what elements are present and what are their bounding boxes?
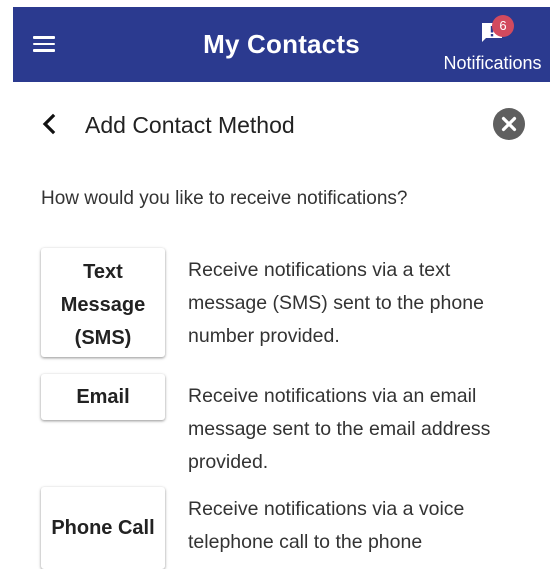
phone-call-button[interactable]: Phone Call [41,487,165,569]
close-icon [501,116,517,132]
app-bar: My Contacts 6 Notifications [13,7,550,82]
notification-count-badge: 6 [492,15,514,37]
back-chevron-icon[interactable] [38,110,62,138]
section-header: Add Contact Method [0,100,550,146]
section-title: Add Contact Method [85,112,295,138]
option-description: Receive notifications via an email messa… [188,385,491,473]
notifications-button[interactable]: 6 Notifications [435,7,550,82]
prompt-text: How would you like to receive notificati… [41,188,408,209]
text-message-button[interactable]: Text Message (SMS) [41,248,165,357]
option-description: Receive notifications via a text message… [188,259,484,347]
notifications-label: Notifications [443,53,542,73]
close-button[interactable] [493,108,525,140]
option-description: Receive notifications via a voice teleph… [188,498,465,553]
email-button[interactable]: Email [41,374,165,420]
